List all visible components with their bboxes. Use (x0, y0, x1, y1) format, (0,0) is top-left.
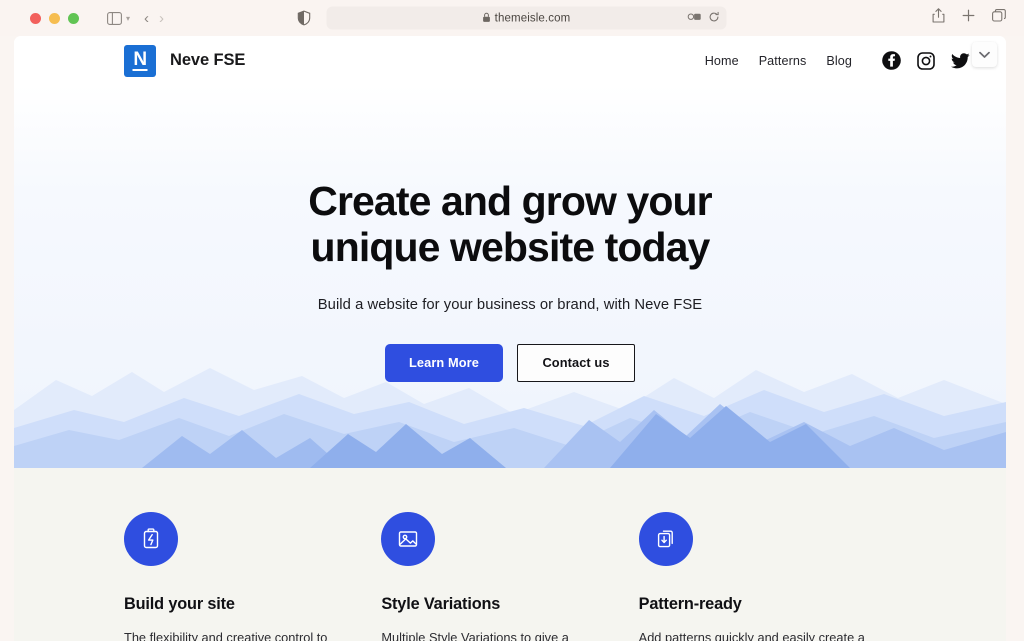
nav-item-patterns[interactable]: Patterns (759, 54, 807, 68)
extensions-icon[interactable] (687, 9, 702, 27)
site-header: N Neve FSE Home Patterns Blog (14, 36, 1006, 85)
browser-toolbar: ▾ ‹ › themeisle.com (0, 0, 1024, 36)
hero-headline: Create and grow your unique website toda… (14, 178, 1006, 271)
facebook-icon[interactable] (882, 51, 901, 70)
toolbar-right-actions (932, 8, 1006, 28)
hero-headline-line-1: Create and grow your (308, 178, 712, 224)
address-bar-area: themeisle.com (297, 6, 727, 30)
neve-logo-icon: N (124, 44, 156, 77)
url-input[interactable]: themeisle.com (326, 6, 727, 30)
hero-content: Create and grow your unique website toda… (14, 85, 1006, 382)
copy-download-icon (638, 512, 693, 566)
plus-icon[interactable] (962, 9, 975, 27)
feature-title: Build your site (124, 595, 235, 613)
sidebar-controls: ▾ (101, 6, 130, 30)
feature-card-style-variations: Style Variations Multiple Style Variatio… (381, 512, 638, 641)
page-viewport: N Neve FSE Home Patterns Blog Create and… (14, 36, 1006, 641)
logo-underline (132, 68, 148, 71)
hero-subtitle: Build a website for your business or bra… (317, 296, 703, 313)
hero-cta-group: Learn More Contact us (14, 343, 1006, 382)
sidebar-chevron-down-icon[interactable]: ▾ (126, 14, 130, 23)
desktop-background: ▾ ‹ › themeisle.com N Neve FSE Home Patt… (0, 0, 1024, 641)
logo-letter: N (133, 49, 147, 70)
window-traffic-lights (30, 12, 79, 24)
minimize-window-button[interactable] (49, 12, 60, 24)
feature-card-build-your-site: Build your site The flexibility and crea… (124, 512, 381, 641)
feature-title: Pattern-ready (638, 595, 742, 613)
url-display: themeisle.com (327, 9, 727, 27)
url-bar-actions (687, 9, 720, 27)
safari-window: ▾ ‹ › themeisle.com N Neve FSE Home Patt… (0, 0, 1024, 641)
nav-item-blog[interactable]: Blog (826, 54, 852, 68)
image-icon (381, 512, 436, 566)
chevron-down-icon[interactable] (972, 42, 997, 67)
share-icon[interactable] (932, 8, 945, 28)
battery-bolt-icon (124, 512, 178, 566)
feature-description: The flexibility and creative control to … (124, 630, 328, 641)
site-title: Neve FSE (170, 51, 246, 69)
nav-item-home[interactable]: Home (705, 54, 739, 68)
hero-section: Create and grow your unique website toda… (14, 85, 1006, 468)
feature-card-pattern-ready: Pattern-ready Add patterns quickly and e… (638, 512, 896, 641)
hero-headline-line-2: unique website today (310, 223, 711, 270)
navigation-arrows: ‹ › (144, 11, 164, 26)
features-grid: Build your site The flexibility and crea… (14, 512, 1006, 641)
reload-icon[interactable] (709, 9, 720, 27)
contact-us-button[interactable]: Contact us (517, 343, 635, 382)
feature-description: Multiple Style Variations to give a comp… (381, 630, 569, 641)
url-text: themeisle.com (494, 12, 571, 24)
feature-title: Style Variations (381, 595, 501, 613)
tab-overview-icon[interactable] (992, 9, 1006, 27)
primary-navigation: Home Patterns Blog (705, 51, 970, 70)
instagram-icon[interactable] (917, 51, 935, 70)
sidebar-icon[interactable] (101, 6, 127, 30)
features-section: Build your site The flexibility and crea… (14, 468, 1006, 641)
lock-icon (483, 9, 491, 27)
learn-more-button[interactable]: Learn More (385, 343, 503, 382)
zoom-window-button[interactable] (68, 12, 79, 24)
back-button[interactable]: ‹ (144, 11, 149, 26)
forward-button[interactable]: › (159, 11, 164, 26)
site-brand[interactable]: N Neve FSE (124, 44, 246, 77)
twitter-icon[interactable] (951, 52, 970, 69)
privacy-shield-icon[interactable] (297, 10, 311, 26)
social-links (882, 51, 970, 70)
close-window-button[interactable] (30, 12, 41, 24)
feature-description: Add patterns quickly and easily create a… (638, 630, 865, 641)
